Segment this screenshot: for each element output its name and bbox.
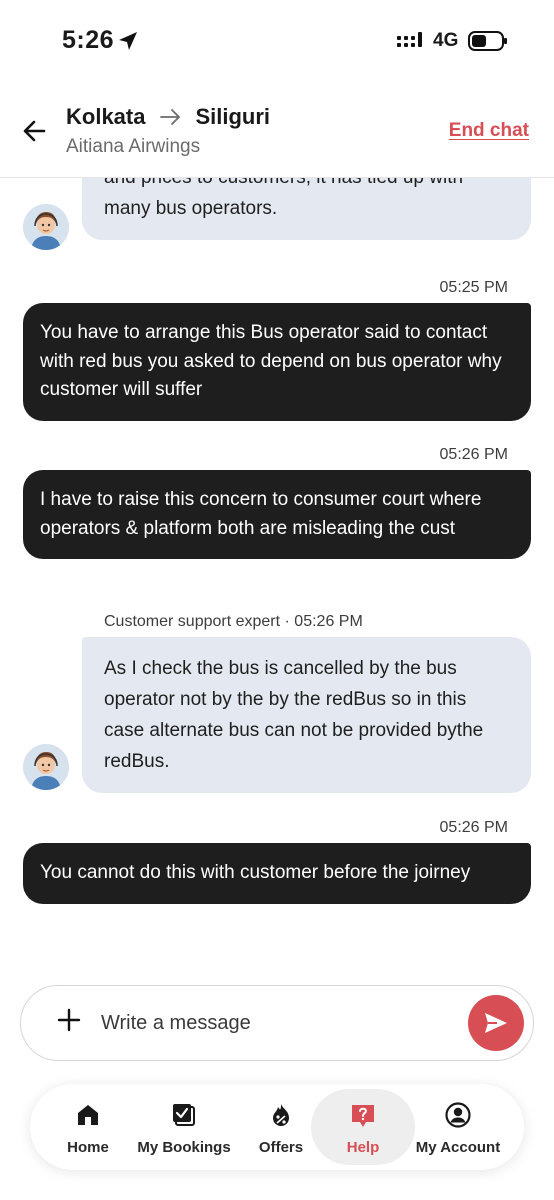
- battery-icon: [468, 31, 507, 51]
- agent-message-bubble: and prices to customers, it has tied up …: [82, 178, 531, 240]
- message-composer: [20, 985, 534, 1061]
- agent-avatar: [23, 204, 69, 250]
- home-icon: [78, 1105, 98, 1125]
- nav-my-account[interactable]: My Account: [410, 1084, 506, 1170]
- status-time: 5:26: [62, 26, 115, 54]
- message-text: I have to raise this concern to consumer…: [40, 489, 482, 539]
- user-message-bubble: You cannot do this with customer before …: [23, 843, 531, 904]
- nav-label: Home: [67, 1139, 109, 1156]
- help-icon: [352, 1105, 374, 1127]
- agent-avatar: [23, 744, 69, 790]
- offers-icon: [273, 1104, 289, 1126]
- user-message-bubble: You have to arrange this Bus operator sa…: [23, 303, 531, 421]
- back-arrow-icon[interactable]: [18, 114, 52, 148]
- from-city: Kolkata: [66, 104, 146, 129]
- network-type: 4G: [433, 30, 459, 51]
- user-message-bubble: I have to raise this concern to consumer…: [23, 470, 531, 559]
- nav-offers[interactable]: Offers: [246, 1084, 316, 1170]
- nav-label: Offers: [258, 1139, 304, 1156]
- message-timestamp: 05:26 PM: [439, 446, 508, 463]
- agent-avatar-icon: [23, 744, 69, 790]
- bottom-navigation: Home My Bookings Offers Help My Account: [30, 1084, 524, 1170]
- signal-icon: [397, 32, 422, 47]
- nav-label: Help: [346, 1139, 380, 1156]
- message-text: You cannot do this with customer before …: [40, 862, 471, 883]
- send-button[interactable]: [468, 995, 524, 1051]
- agent-message-bubble: As I check the bus is cancelled by the b…: [82, 637, 531, 793]
- nav-label: My Account: [415, 1139, 501, 1156]
- nav-help[interactable]: Help: [311, 1089, 415, 1165]
- agent-meta: Customer support expert · 05:26 PM: [104, 613, 363, 630]
- chat-header: Kolkata Siliguri Aitiana Airwings End ch…: [0, 84, 554, 178]
- send-icon: [485, 1013, 507, 1033]
- message-text: and prices to customers, it has tied up …: [104, 178, 463, 219]
- message-text: You have to arrange this Bus operator sa…: [40, 322, 502, 400]
- account-icon: [445, 1102, 471, 1128]
- route-title: Kolkata Siliguri: [66, 104, 270, 130]
- message-timestamp: 05:25 PM: [439, 279, 508, 296]
- nav-home[interactable]: Home: [52, 1084, 124, 1170]
- message-text: As I check the bus is cancelled by the b…: [104, 658, 484, 772]
- operator-name: Aitiana Airwings: [66, 136, 201, 157]
- attach-plus-icon[interactable]: [57, 1008, 81, 1032]
- end-chat-button[interactable]: End chat: [449, 120, 529, 142]
- to-city: Siliguri: [195, 104, 271, 129]
- location-arrow-icon: [119, 32, 137, 50]
- message-timestamp: 05:26 PM: [439, 819, 508, 836]
- agent-avatar-icon: [23, 204, 69, 250]
- status-bar: 5:26 4G: [0, 0, 554, 84]
- nav-my-bookings[interactable]: My Bookings: [134, 1084, 234, 1170]
- bookings-icon: [173, 1104, 195, 1126]
- nav-label: My Bookings: [137, 1139, 231, 1156]
- chat-thread[interactable]: and prices to customers, it has tied up …: [0, 178, 554, 968]
- message-input[interactable]: [101, 1004, 451, 1042]
- route-arrow-icon: [160, 109, 181, 125]
